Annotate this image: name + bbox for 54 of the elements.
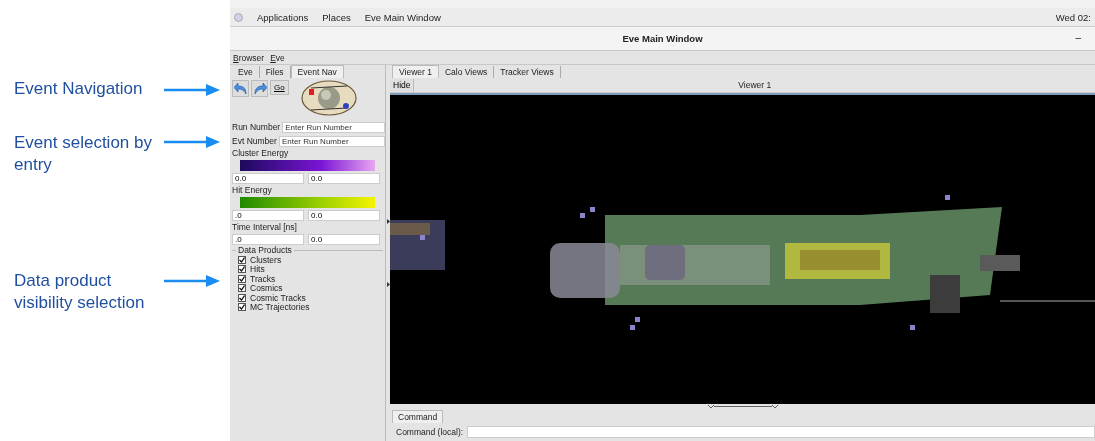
checkbox-label: Hits (250, 264, 265, 275)
range-label: Cluster Energy (231, 148, 290, 159)
go-button[interactable]: Go (270, 80, 289, 95)
top-menu-item[interactable]: Applications (257, 11, 309, 23)
input-field[interactable]: Enter Run Number (282, 121, 385, 133)
checkbox[interactable] (238, 265, 246, 274)
clock: Wed 02: (1055, 11, 1091, 23)
command-field[interactable] (467, 426, 1095, 438)
range-label: Time Interval [ns] (231, 222, 298, 233)
field-label: Evt Number (232, 136, 277, 146)
checkbox-label: Cosmic Tracks (250, 292, 306, 303)
range-label: Hit Energy (231, 185, 273, 196)
checkbox[interactable] (238, 284, 246, 293)
top-menu-item[interactable]: Places (322, 11, 351, 23)
callout-arrow (164, 275, 220, 287)
annotation-label: Data product visibility selection (14, 270, 146, 314)
checkbox-label: Clusters (250, 254, 282, 265)
field-label: Command (local): (396, 427, 464, 437)
logo-icon (300, 80, 357, 116)
checkbox-label: Tracks (250, 273, 276, 284)
checkbox-label: Cosmics (250, 283, 283, 294)
checkbox-label: MC Trajectories (250, 302, 310, 313)
input-field[interactable]: 0.0 (308, 173, 380, 184)
splitter-arrow-icon[interactable] (386, 282, 390, 287)
checkbox[interactable] (238, 255, 246, 264)
tab[interactable]: Command (392, 410, 444, 423)
field-label: Run Number (232, 122, 281, 132)
annotation-label: Event Navigation (14, 78, 144, 100)
top-menu-item[interactable]: Eve Main Window (364, 11, 441, 23)
input-field[interactable]: 0.0 (232, 173, 304, 184)
splitter-arrow-icon[interactable] (386, 219, 390, 224)
minimize-button[interactable]: – (1075, 32, 1081, 43)
input-field[interactable]: 0.0 (308, 234, 380, 245)
menu-item[interactable]: Eve (267, 52, 288, 63)
forward-arrow-icon[interactable] (251, 80, 268, 97)
hide-button[interactable]: Hide (390, 78, 415, 92)
input-field[interactable]: Enter Run Number (278, 135, 385, 147)
input-field[interactable]: 0.0 (308, 210, 380, 221)
splitter-handle-icon[interactable] (707, 404, 778, 409)
callout-arrow (164, 84, 220, 96)
input-field[interactable]: .0 (232, 210, 304, 221)
checkbox[interactable] (238, 303, 246, 312)
checkbox[interactable] (238, 293, 246, 302)
checkbox[interactable] (238, 274, 246, 283)
input-field[interactable]: .0 (232, 234, 304, 245)
annotation-label: Event selection by entry (14, 132, 153, 176)
viewer-title: Viewer 1 (737, 80, 773, 90)
tab[interactable]: Viewer 1 (392, 65, 439, 78)
menu-item[interactable]: Browser (230, 52, 268, 63)
tab[interactable]: Event Nav (290, 65, 344, 78)
group-title: Data Products (236, 245, 294, 255)
callout-arrow (164, 136, 220, 148)
window-title: Eve Main Window (622, 33, 703, 44)
back-arrow-icon[interactable] (232, 80, 249, 97)
